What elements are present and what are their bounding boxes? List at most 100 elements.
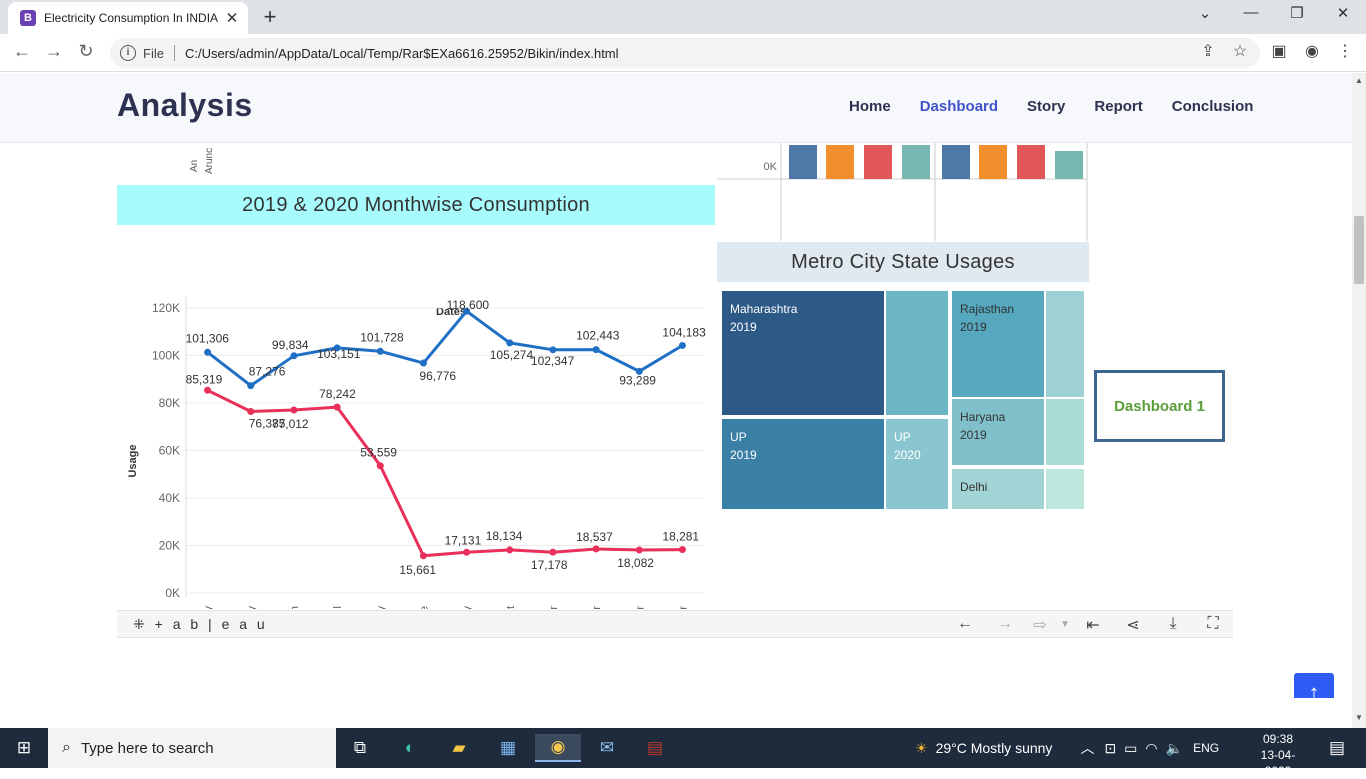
- back-to-top-button[interactable]: ↑: [1294, 673, 1334, 698]
- profile-avatar[interactable]: ◉: [1301, 41, 1323, 61]
- x-tick-label: February: [246, 606, 258, 609]
- reset-icon[interactable]: ⇤: [1082, 615, 1104, 635]
- treemap-cell[interactable]: [1046, 469, 1084, 509]
- treemap-cell[interactable]: Maharashtra 2019: [722, 291, 884, 415]
- share-icon[interactable]: ⇪: [1197, 41, 1219, 61]
- nav-report[interactable]: Report: [1094, 98, 1142, 115]
- data-point: [678, 341, 686, 349]
- treemap-cell-label: Rajasthan: [960, 302, 1015, 316]
- bookmark-star-icon[interactable]: ☆: [1229, 41, 1251, 61]
- treemap-cell[interactable]: Haryana 2019: [952, 399, 1044, 465]
- data-label: 101,306: [186, 331, 230, 345]
- fullscreen-icon[interactable]: ⛶: [1202, 615, 1224, 633]
- chrome-icon[interactable]: ◉: [535, 734, 581, 762]
- new-tab-button[interactable]: +: [258, 4, 282, 30]
- notifications-icon[interactable]: ▤: [1322, 734, 1352, 762]
- treemap-cell-label: 2019: [730, 320, 757, 334]
- revert-dropdown-icon[interactable]: ▼: [1054, 619, 1076, 630]
- address-bar-row: ← → ↻ i File C:/Users/admin/AppData/Loca…: [0, 34, 1366, 72]
- clipped-label: Arunc: [204, 147, 215, 174]
- x-tick-label: July: [462, 606, 474, 609]
- data-point: [549, 548, 557, 556]
- bar: [1017, 145, 1045, 179]
- x-tick-label: August: [505, 606, 517, 609]
- share-icon[interactable]: ⋖: [1122, 615, 1144, 635]
- treemap-cell-label: 2019: [730, 448, 757, 462]
- task-view-icon[interactable]: ⧉: [345, 734, 375, 762]
- windows-start-icon[interactable]: ⊞: [9, 734, 39, 762]
- y-tick-label: 40K: [159, 491, 180, 505]
- bar: [942, 145, 970, 179]
- back-icon[interactable]: ←: [10, 41, 34, 62]
- menu-kebab-icon[interactable]: ⋮: [1334, 41, 1356, 61]
- edge-icon[interactable]: ◐: [395, 734, 425, 762]
- scrollbar-thumb[interactable]: [1354, 216, 1364, 284]
- store-icon[interactable]: ▦: [493, 734, 523, 762]
- url-input[interactable]: i File C:/Users/admin/AppData/Local/Temp…: [110, 38, 1260, 68]
- treemap-cell-label: UP: [894, 430, 911, 444]
- wifi-icon[interactable]: ◠: [1145, 740, 1157, 757]
- bar: [979, 145, 1007, 179]
- reload-icon[interactable]: ↻: [74, 41, 98, 62]
- monthwise-line-chart[interactable]: DatesUsage0K20K40K60K80K100K120KJanuaryF…: [117, 225, 717, 609]
- close-tab-icon[interactable]: ✕: [222, 9, 242, 27]
- meet-icon[interactable]: ⊡: [1104, 740, 1116, 757]
- revert-icon[interactable]: ⇨: [1029, 615, 1051, 635]
- close-window-button[interactable]: ✕: [1328, 4, 1358, 22]
- scroll-down-icon[interactable]: ▼: [1354, 713, 1364, 722]
- clock[interactable]: 09:38 13-04-2023: [1248, 731, 1308, 779]
- mail-icon[interactable]: ✉: [592, 734, 622, 762]
- data-label: 18,281: [662, 530, 699, 544]
- weather-text[interactable]: 29°C Mostly sunny: [936, 740, 1053, 756]
- data-point: [376, 347, 384, 355]
- data-label: 15,661: [399, 563, 436, 577]
- x-tick-label: June: [418, 606, 430, 609]
- treemap-cell-label: Delhi: [960, 480, 988, 494]
- redo-icon[interactable]: →: [994, 615, 1016, 633]
- site-brand[interactable]: Analysis: [117, 87, 253, 124]
- data-label: 77,012: [272, 417, 309, 431]
- file-explorer-icon[interactable]: ▰: [444, 734, 474, 762]
- side-panel-icon[interactable]: ▣: [1268, 41, 1290, 61]
- volume-icon[interactable]: 🔈: [1166, 740, 1183, 757]
- nav-dashboard[interactable]: Dashboard: [920, 98, 998, 115]
- nav-conclusion[interactable]: Conclusion: [1172, 98, 1254, 115]
- treemap-cell[interactable]: [1046, 399, 1084, 465]
- data-label: 17,131: [445, 533, 482, 547]
- language-indicator[interactable]: ENG: [1193, 741, 1219, 755]
- restore-button[interactable]: ❐: [1282, 4, 1312, 22]
- tab-title: Electricity Consumption In INDIA: [44, 11, 219, 25]
- treemap-cell[interactable]: UP 2019: [722, 419, 884, 509]
- data-label: 102,443: [576, 329, 620, 343]
- treemap-cell[interactable]: [886, 291, 948, 415]
- data-point: [635, 546, 643, 554]
- nav-story[interactable]: Story: [1027, 98, 1065, 115]
- tray-chevron-icon[interactable]: ︿: [1080, 738, 1094, 758]
- data-label: 18,537: [576, 530, 613, 544]
- nav-home[interactable]: Home: [849, 98, 891, 115]
- metro-treemap[interactable]: Maharashtra 2019 UP 2019 UP 2020 Rajasthan 2019…: [720, 289, 1086, 511]
- tab-search-icon[interactable]: ⌄: [1190, 4, 1220, 22]
- page-scrollbar[interactable]: ▲ ▼: [1352, 73, 1366, 728]
- treemap-cell[interactable]: UP 2020: [886, 419, 948, 509]
- treemap-title: Metro City State Usages: [717, 242, 1089, 282]
- forward-icon[interactable]: →: [42, 41, 66, 62]
- undo-icon[interactable]: ←: [954, 615, 976, 633]
- treemap-cell[interactable]: Delhi: [952, 469, 1044, 509]
- scroll-up-icon[interactable]: ▲: [1354, 76, 1364, 85]
- x-tick-label: March: [289, 606, 301, 609]
- winrar-icon[interactable]: ▤: [640, 734, 670, 762]
- taskbar-search[interactable]: ⌕ Type here to search: [48, 728, 336, 768]
- battery-icon[interactable]: ▭: [1124, 740, 1137, 757]
- dashboard-1-button[interactable]: Dashboard 1: [1094, 370, 1225, 442]
- data-label: 102,347: [531, 354, 575, 368]
- minimize-button[interactable]: —: [1236, 4, 1266, 21]
- info-icon[interactable]: i: [120, 45, 136, 61]
- download-icon[interactable]: ⤓: [1162, 615, 1184, 633]
- data-label: 118,600: [447, 298, 490, 312]
- browser-tab[interactable]: B Electricity Consumption In INDIA ✕: [8, 2, 248, 34]
- treemap-cell[interactable]: [1046, 291, 1084, 397]
- data-label: 85,319: [186, 372, 223, 386]
- favicon-icon: B: [20, 10, 36, 26]
- treemap-cell[interactable]: Rajasthan 2019: [952, 291, 1044, 397]
